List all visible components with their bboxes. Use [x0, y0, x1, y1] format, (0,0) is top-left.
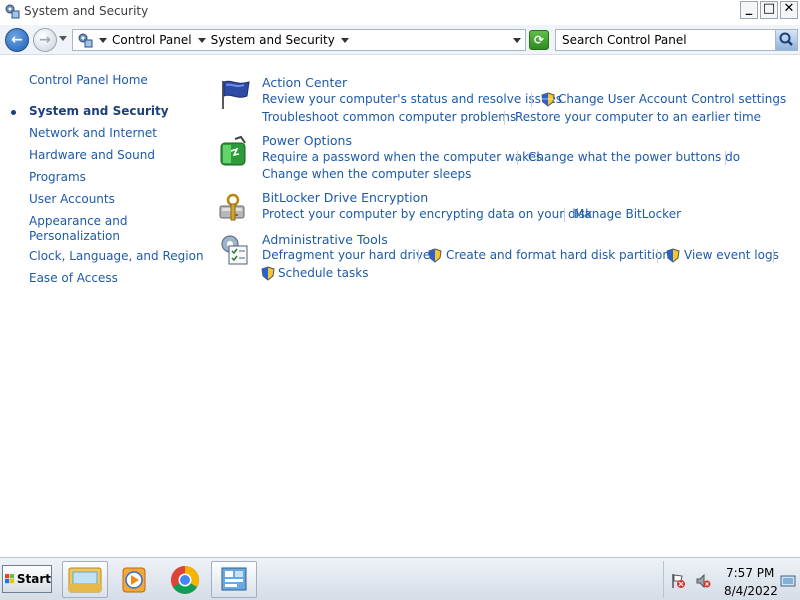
chevron-down-icon[interactable]	[340, 37, 349, 43]
uac-shield-icon	[541, 92, 555, 107]
power-options-link[interactable]: Power Options	[262, 133, 352, 148]
require-password-wake-link[interactable]: Require a password when the computer wak…	[262, 150, 542, 164]
action-center-flag-icon	[222, 80, 250, 109]
power-buttons-link[interactable]: Change what the power buttons do	[528, 150, 740, 164]
search-button[interactable]	[775, 30, 797, 50]
start-label: Start	[16, 572, 51, 586]
nav-system-and-security[interactable]: System and Security	[29, 104, 169, 119]
control-panel-home-link[interactable]: Control Panel Home	[29, 73, 148, 88]
title-bar: System and Security _ □ ✕	[0, 0, 800, 22]
action-center-link[interactable]: Action Center	[262, 75, 347, 90]
create-format-partitions-link[interactable]: Create and format hard disk partitions	[446, 248, 676, 262]
nav-clock-language-region[interactable]: Clock, Language, and Region	[29, 249, 204, 264]
taskbar-chrome[interactable]	[162, 561, 208, 598]
separator	[517, 151, 518, 165]
forward-button[interactable]: →	[33, 28, 57, 52]
taskbar-control-panel[interactable]	[211, 561, 257, 598]
windows-logo-icon	[5, 574, 15, 584]
manage-bitlocker-link[interactable]: Manage BitLocker	[574, 207, 681, 221]
recent-pages-dropdown[interactable]	[59, 36, 67, 41]
administrative-tools-link[interactable]: Administrative Tools	[262, 232, 388, 247]
separator	[531, 93, 532, 107]
review-status-link[interactable]: Review your computer's status and resolv…	[262, 92, 562, 106]
nav-hardware-and-sound[interactable]: Hardware and Sound	[29, 148, 155, 163]
nav-user-accounts[interactable]: User Accounts	[29, 192, 115, 207]
separator	[564, 208, 565, 222]
back-button[interactable]: ←	[5, 28, 29, 52]
action-center-flag-icon[interactable]	[670, 573, 686, 589]
defragment-link[interactable]: Defragment your hard drive	[262, 248, 430, 262]
taskbar: Start 7:57 PM 8/4/2022	[0, 557, 800, 600]
view-event-logs-link[interactable]: View event logs	[684, 248, 779, 262]
uac-shield-icon	[666, 248, 680, 263]
nav-ease-of-access[interactable]: Ease of Access	[29, 271, 118, 286]
refresh-icon: ⟳	[533, 33, 545, 47]
media-player-icon	[122, 567, 146, 593]
file-explorer-icon	[68, 567, 102, 593]
troubleshoot-link[interactable]: Troubleshoot common computer problems	[262, 110, 516, 124]
separator	[773, 249, 774, 263]
window-title: System and Security	[24, 4, 149, 18]
start-button[interactable]: Start	[2, 565, 52, 593]
separator	[504, 111, 505, 125]
clock-date[interactable]: 8/4/2022	[724, 584, 778, 598]
forward-arrow-icon: →	[39, 32, 51, 48]
minimize-button[interactable]: _	[740, 1, 758, 19]
breadcrumb-system-and-security[interactable]: System and Security	[211, 33, 335, 47]
bitlocker-key-icon	[219, 193, 245, 221]
control-panel-icon	[5, 4, 20, 19]
nav-appearance-and-personalization[interactable]: Appearance and	[29, 214, 127, 229]
separator	[725, 151, 726, 165]
admin-tools-icon	[221, 235, 248, 265]
chrome-icon	[171, 566, 199, 594]
control-panel-icon	[221, 567, 247, 591]
power-battery-icon	[220, 135, 246, 166]
restore-computer-link[interactable]: Restore your computer to an earlier time	[515, 110, 761, 124]
refresh-button[interactable]: ⟳	[529, 30, 549, 50]
show-desktop-icon[interactable]	[780, 575, 796, 587]
restore-button[interactable]: □	[760, 1, 778, 19]
window-controls: _ □ ✕	[740, 1, 798, 19]
taskbar-file-explorer[interactable]	[62, 561, 108, 598]
search-box	[555, 29, 798, 51]
address-dropdown-icon[interactable]	[513, 38, 521, 43]
close-button[interactable]: ✕	[780, 1, 798, 19]
taskbar-media-player[interactable]	[111, 561, 157, 598]
breadcrumb[interactable]: Control Panel System and Security	[72, 29, 526, 51]
bitlocker-link[interactable]: BitLocker Drive Encryption	[262, 190, 428, 205]
separator	[418, 249, 419, 263]
computer-sleeps-link[interactable]: Change when the computer sleeps	[262, 167, 471, 181]
protect-computer-encrypting-link[interactable]: Protect your computer by encrypting data…	[262, 207, 592, 221]
schedule-tasks-link[interactable]: Schedule tasks	[278, 266, 368, 280]
control-panel-icon	[78, 33, 93, 48]
breadcrumb-control-panel[interactable]: Control Panel	[112, 33, 192, 47]
change-uac-settings-link[interactable]: Change User Account Control settings	[558, 92, 786, 106]
chevron-down-icon[interactable]	[99, 37, 107, 43]
uac-shield-icon	[428, 248, 442, 263]
nav-appearance-and-personalization[interactable]: Personalization	[29, 229, 120, 244]
nav-network-and-internet[interactable]: Network and Internet	[29, 126, 157, 141]
system-tray: 7:57 PM 8/4/2022	[663, 561, 798, 598]
current-bullet	[11, 110, 16, 115]
search-input[interactable]	[556, 30, 766, 50]
address-bar: ← → Control Panel System and Security ⟳	[0, 25, 800, 55]
search-icon	[779, 32, 793, 46]
clock-time[interactable]: 7:57 PM	[726, 566, 774, 580]
nav-programs[interactable]: Programs	[29, 170, 86, 185]
separator	[657, 249, 658, 263]
chevron-down-icon[interactable]	[197, 37, 206, 43]
back-arrow-icon: ←	[11, 32, 23, 48]
volume-muted-icon[interactable]	[695, 573, 711, 589]
uac-shield-icon	[261, 266, 275, 281]
